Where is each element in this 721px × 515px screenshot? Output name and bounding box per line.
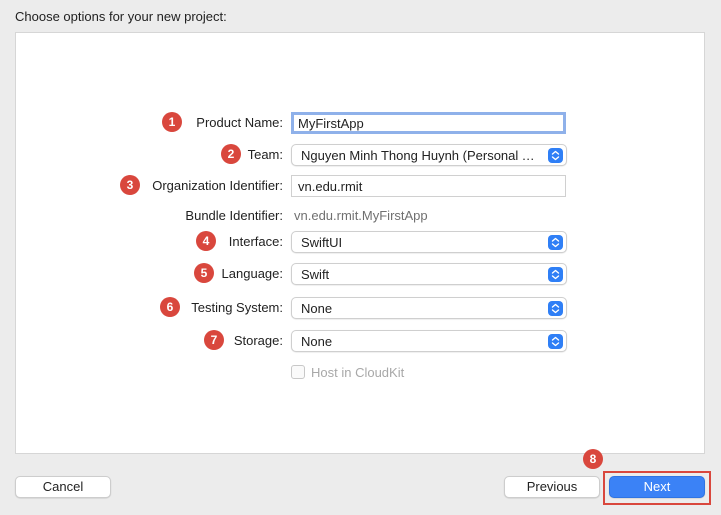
- interface-label: Interface:: [228, 234, 283, 249]
- storage-select-value: None: [301, 334, 333, 349]
- product-name-input[interactable]: MyFirstApp: [291, 112, 566, 134]
- storage-select[interactable]: None: [291, 330, 567, 352]
- popup-chevron-icon: [548, 301, 563, 316]
- language-select[interactable]: Swift: [291, 263, 567, 285]
- interface-select-value: SwiftUI: [301, 235, 343, 250]
- product-name-row: 1 Product Name: MyFirstApp: [0, 112, 721, 134]
- organization-identifier-label: Organization Identifier:: [152, 178, 283, 193]
- step-badge-5: 5: [194, 263, 214, 283]
- bundle-identifier-value: vn.edu.rmit.MyFirstApp: [294, 208, 428, 223]
- product-name-label: Product Name:: [196, 115, 283, 130]
- team-label: Team:: [247, 147, 283, 162]
- bundle-identifier-label: Bundle Identifier:: [185, 208, 283, 223]
- testing-system-select-value: None: [301, 301, 333, 316]
- bundle-identifier-row: Bundle Identifier: vn.edu.rmit.MyFirstAp…: [0, 205, 721, 227]
- host-in-cloudkit-option: Host in CloudKit: [291, 365, 404, 380]
- host-in-cloudkit-checkbox: [291, 365, 305, 379]
- step-badge-3: 3: [120, 175, 140, 195]
- language-label: Language:: [221, 266, 283, 281]
- host-in-cloudkit-label: Host in CloudKit: [311, 365, 405, 380]
- previous-button[interactable]: Previous: [504, 476, 600, 498]
- popup-chevron-icon: [548, 235, 563, 250]
- step-badge-2: 2: [221, 144, 241, 164]
- team-select-value: Nguyen Minh Thong Huynh (Personal T...: [301, 148, 539, 163]
- cancel-button[interactable]: Cancel: [15, 476, 111, 498]
- organization-identifier-row: 3 Organization Identifier: vn.edu.rmit: [0, 175, 721, 197]
- testing-system-select[interactable]: None: [291, 297, 567, 319]
- step-badge-1: 1: [162, 112, 182, 132]
- storage-row: 7 Storage: None: [0, 330, 721, 352]
- interface-row: 4 Interface: SwiftUI: [0, 231, 721, 253]
- step-badge-6: 6: [160, 297, 180, 317]
- step-badge-8: 8: [583, 449, 603, 469]
- language-select-value: Swift: [301, 267, 330, 282]
- team-row: 2 Team: Nguyen Minh Thong Huynh (Persona…: [0, 144, 721, 166]
- step-badge-7: 7: [204, 330, 224, 350]
- step-badge-4: 4: [196, 231, 216, 251]
- interface-select[interactable]: SwiftUI: [291, 231, 567, 253]
- popup-chevron-icon: [548, 334, 563, 349]
- testing-system-label: Testing System:: [191, 300, 283, 315]
- team-select[interactable]: Nguyen Minh Thong Huynh (Personal T...: [291, 144, 567, 166]
- page-title: Choose options for your new project:: [15, 9, 227, 24]
- popup-chevron-icon: [548, 267, 563, 282]
- organization-identifier-input[interactable]: vn.edu.rmit: [291, 175, 566, 197]
- testing-system-row: 6 Testing System: None: [0, 297, 721, 319]
- next-button-highlight: [603, 471, 711, 505]
- popup-chevron-icon: [548, 148, 563, 163]
- language-row: 5 Language: Swift: [0, 263, 721, 285]
- storage-label: Storage:: [233, 333, 283, 348]
